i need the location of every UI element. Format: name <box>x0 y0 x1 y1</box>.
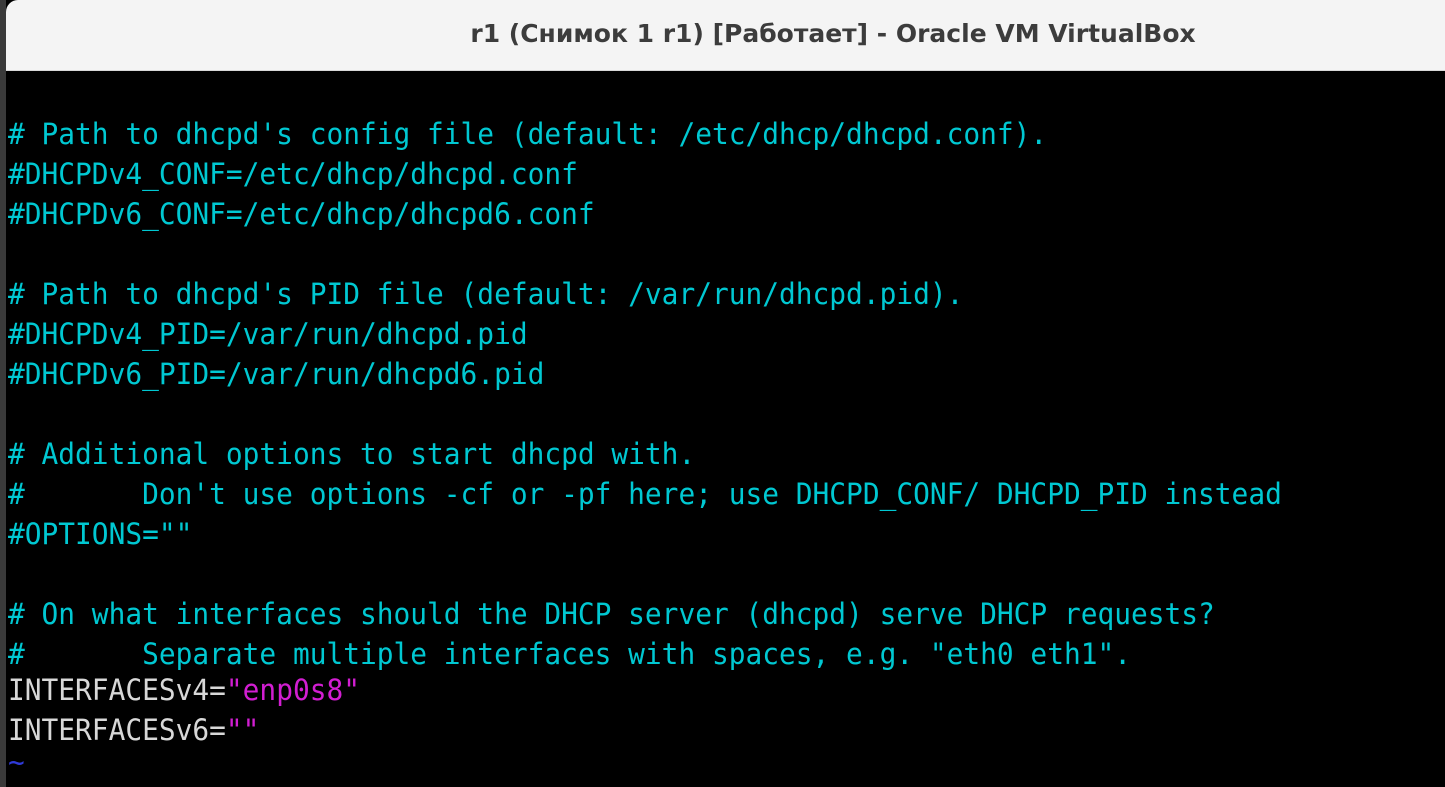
terminal-line: #DHCPDv6_PID=/var/run/dhcpd6.pid <box>8 357 545 391</box>
terminal-line: #DHCPDv4_PID=/var/run/dhcpd.pid <box>8 317 528 351</box>
terminal-line: # Don't use options -cf or -pf here; use… <box>8 477 1282 511</box>
terminal-line: #DHCPDv6_CONF=/etc/dhcp/dhcpd6.conf <box>8 197 595 231</box>
config-key: INTERFACESv6= <box>8 713 226 747</box>
terminal-line: # Additional options to start dhcpd with… <box>8 437 696 471</box>
config-value: "" <box>225 713 260 747</box>
window-title: r1 (Снимок 1 r1) [Работает] - Oracle VM … <box>470 19 1196 48</box>
terminal-line: #OPTIONS="" <box>8 517 193 551</box>
vm-console-screen[interactable]: # Path to dhcpd's config file (default: … <box>6 72 1445 787</box>
terminal-line: # Path to dhcpd's config file (default: … <box>8 117 1048 151</box>
terminal-line: # Separate multiple interfaces with spac… <box>8 637 1132 671</box>
terminal-line-interfaces-v6: INTERFACESv6="" <box>8 712 259 748</box>
config-value: "enp0s8" <box>225 673 361 707</box>
vim-empty-line-tilde: ~ <box>8 745 25 779</box>
terminal-line: #DHCPDv4_CONF=/etc/dhcp/dhcpd.conf <box>8 157 578 191</box>
virtualbox-window: r1 (Снимок 1 r1) [Работает] - Oracle VM … <box>0 0 1445 787</box>
window-titlebar[interactable]: r1 (Снимок 1 r1) [Работает] - Oracle VM … <box>6 0 1445 71</box>
config-key: INTERFACESv4= <box>8 673 226 707</box>
terminal-line: # Path to dhcpd's PID file (default: /va… <box>8 277 964 311</box>
terminal-line-interfaces-v4: INTERFACESv4="enp0s8" <box>8 672 360 708</box>
terminal-line: # On what interfaces should the DHCP ser… <box>8 597 1215 631</box>
